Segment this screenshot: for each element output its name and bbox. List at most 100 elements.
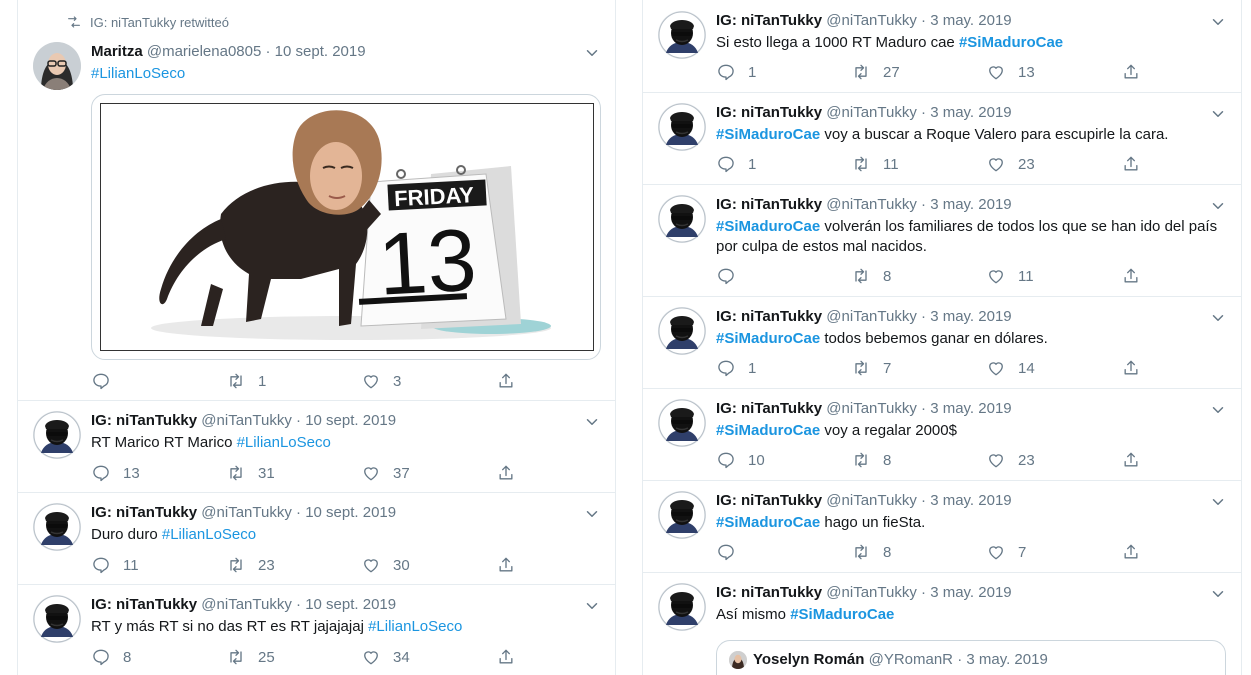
retweet-button[interactable]: 8 <box>851 450 891 470</box>
like-button[interactable]: 23 <box>986 450 1035 470</box>
user-handle[interactable]: @niTanTukky <box>201 504 292 521</box>
tweet-date[interactable]: 3 may. 2019 <box>930 104 1011 121</box>
reply-button[interactable]: 1 <box>716 358 756 378</box>
chevron-down-icon[interactable] <box>1209 493 1227 511</box>
chevron-down-icon[interactable] <box>1209 105 1227 123</box>
reply-button[interactable]: 10 <box>716 450 765 470</box>
chevron-down-icon[interactable] <box>583 505 601 523</box>
avatar[interactable] <box>33 503 81 551</box>
quoted-avatar[interactable] <box>729 651 747 669</box>
reply-button[interactable]: 1 <box>716 154 756 174</box>
reply-button[interactable]: 8 <box>91 647 131 667</box>
share-button[interactable] <box>496 463 516 483</box>
avatar[interactable] <box>33 42 81 90</box>
hashtag-link[interactable]: #SiMaduroCae <box>716 422 820 439</box>
reply-button[interactable] <box>91 371 123 391</box>
retweet-button[interactable]: 23 <box>226 555 275 575</box>
tweet[interactable]: IG: niTanTukky @niTanTukky · 3 may. 2019… <box>643 573 1241 675</box>
hashtag-link[interactable]: #LilianLoSeco <box>368 618 462 635</box>
display-name[interactable]: Maritza <box>91 43 143 60</box>
tweet-date[interactable]: 10 sept. 2019 <box>305 412 396 429</box>
display-name[interactable]: IG: niTanTukky <box>716 12 822 29</box>
tweet-date[interactable]: 3 may. 2019 <box>930 584 1011 601</box>
quoted-user-handle[interactable]: @YRomanR <box>869 651 953 668</box>
like-button[interactable]: 7 <box>986 542 1026 562</box>
display-name[interactable]: IG: niTanTukky <box>91 596 197 613</box>
share-button[interactable] <box>1121 62 1141 82</box>
user-handle[interactable]: @niTanTukky <box>826 308 917 325</box>
display-name[interactable]: IG: niTanTukky <box>716 584 822 601</box>
tweet[interactable]: IG: niTanTukky @niTanTukky · 3 may. 2019… <box>643 93 1241 185</box>
reply-button[interactable]: 1 <box>716 62 756 82</box>
share-button[interactable] <box>496 555 516 575</box>
user-handle[interactable]: @niTanTukky <box>826 584 917 601</box>
chevron-down-icon[interactable] <box>1209 401 1227 419</box>
hashtag-link[interactable]: #LilianLoSeco <box>162 526 256 543</box>
retweet-button[interactable]: 31 <box>226 463 275 483</box>
retweet-button[interactable]: 25 <box>226 647 275 667</box>
user-handle[interactable]: @marielena0805 <box>147 43 261 60</box>
retweet-button[interactable]: 1 <box>226 371 266 391</box>
media-image[interactable]: FRIDAY 13 <box>100 103 594 351</box>
share-button[interactable] <box>496 371 516 391</box>
display-name[interactable]: IG: niTanTukky <box>91 412 197 429</box>
share-button[interactable] <box>1121 542 1141 562</box>
hashtag-link[interactable]: #SiMaduroCae <box>716 330 820 347</box>
chevron-down-icon[interactable] <box>1209 197 1227 215</box>
like-button[interactable]: 30 <box>361 555 410 575</box>
quoted-display-name[interactable]: Yoselyn Román <box>753 651 864 668</box>
like-button[interactable]: 11 <box>986 266 1034 286</box>
share-button[interactable] <box>1121 358 1141 378</box>
hashtag-link[interactable]: #LilianLoSeco <box>237 434 331 451</box>
user-handle[interactable]: @niTanTukky <box>826 492 917 509</box>
avatar[interactable] <box>33 411 81 459</box>
avatar[interactable] <box>658 195 706 243</box>
tweet[interactable]: IG: niTanTukky @niTanTukky · 3 may. 2019… <box>643 481 1241 573</box>
user-handle[interactable]: @niTanTukky <box>826 400 917 417</box>
share-button[interactable] <box>496 647 516 667</box>
reply-button[interactable]: 13 <box>91 463 140 483</box>
tweet-date[interactable]: 3 may. 2019 <box>930 308 1011 325</box>
avatar[interactable] <box>658 307 706 355</box>
display-name[interactable]: IG: niTanTukky <box>716 308 822 325</box>
tweet-date[interactable]: 3 may. 2019 <box>930 196 1011 213</box>
retweet-button[interactable]: 8 <box>851 266 891 286</box>
tweet-media[interactable]: FRIDAY 13 <box>91 94 601 360</box>
like-button[interactable]: 14 <box>986 358 1035 378</box>
user-handle[interactable]: @niTanTukky <box>826 104 917 121</box>
display-name[interactable]: IG: niTanTukky <box>716 104 822 121</box>
tweet[interactable]: IG: niTanTukky retwitteó Maritza @mariel… <box>18 0 615 401</box>
display-name[interactable]: IG: niTanTukky <box>716 196 822 213</box>
chevron-down-icon[interactable] <box>1209 309 1227 327</box>
avatar[interactable] <box>658 11 706 59</box>
like-button[interactable]: 13 <box>986 62 1035 82</box>
user-handle[interactable]: @niTanTukky <box>201 596 292 613</box>
reply-button[interactable] <box>716 266 748 286</box>
tweet[interactable]: IG: niTanTukky @niTanTukky · 10 sept. 20… <box>18 401 615 493</box>
chevron-down-icon[interactable] <box>1209 13 1227 31</box>
retweet-button[interactable]: 8 <box>851 542 891 562</box>
like-button[interactable]: 37 <box>361 463 410 483</box>
hashtag-link[interactable]: #SiMaduroCae <box>959 34 1063 51</box>
tweet-date[interactable]: 3 may. 2019 <box>930 12 1011 29</box>
tweet[interactable]: IG: niTanTukky @niTanTukky · 10 sept. 20… <box>18 585 615 675</box>
like-button[interactable]: 34 <box>361 647 410 667</box>
chevron-down-icon[interactable] <box>583 44 601 62</box>
quoted-tweet[interactable]: Yoselyn Román @YRomanR · 3 may. 2019 <box>716 640 1226 675</box>
hashtag-link[interactable]: #SiMaduroCae <box>716 218 820 235</box>
tweet-date[interactable]: 10 sept. 2019 <box>305 596 396 613</box>
retweet-button[interactable]: 7 <box>851 358 891 378</box>
reply-button[interactable] <box>716 542 748 562</box>
tweet[interactable]: IG: niTanTukky @niTanTukky · 3 may. 2019… <box>643 185 1241 297</box>
share-button[interactable] <box>1121 266 1141 286</box>
tweet[interactable]: IG: niTanTukky @niTanTukky · 10 sept. 20… <box>18 493 615 585</box>
chevron-down-icon[interactable] <box>1209 585 1227 603</box>
share-button[interactable] <box>1121 450 1141 470</box>
display-name[interactable]: IG: niTanTukky <box>716 400 822 417</box>
user-handle[interactable]: @niTanTukky <box>201 412 292 429</box>
hashtag-link[interactable]: #SiMaduroCae <box>790 606 894 623</box>
tweet-date[interactable]: 10 sept. 2019 <box>305 504 396 521</box>
tweet-date[interactable]: 3 may. 2019 <box>930 492 1011 509</box>
hashtag-link[interactable]: #LilianLoSeco <box>91 65 185 82</box>
hashtag-link[interactable]: #SiMaduroCae <box>716 126 820 143</box>
